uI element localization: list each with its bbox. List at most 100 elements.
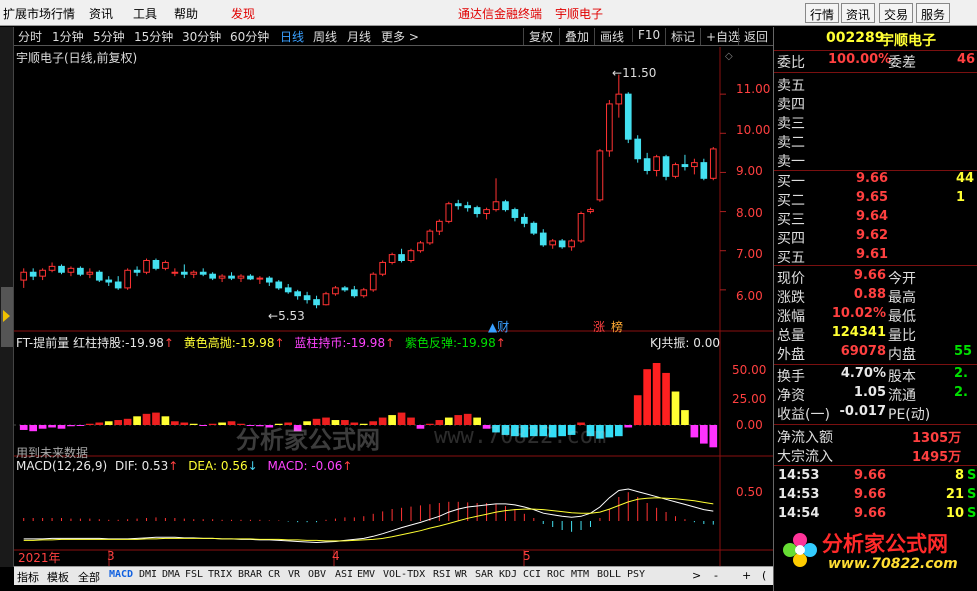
candle-body[interactable]: [492, 201, 500, 211]
candle-body[interactable]: [67, 267, 75, 273]
candle-body[interactable]: [152, 260, 160, 269]
candle-body[interactable]: [662, 156, 670, 177]
tab-more-arrow[interactable]: >: [692, 569, 701, 582]
candle-body[interactable]: [643, 158, 651, 171]
period-weekly[interactable]: 周线: [313, 28, 337, 45]
f10-button[interactable]: F10: [632, 28, 660, 42]
candle-body[interactable]: [162, 261, 169, 269]
draw-line-button[interactable]: 画线: [594, 28, 624, 45]
candle-body[interactable]: [332, 287, 339, 295]
candle-body[interactable]: [256, 277, 264, 280]
sell-level-row[interactable]: 卖二: [774, 132, 977, 151]
buy-level-row[interactable]: 买三 9.64: [774, 209, 977, 228]
sell-level-row[interactable]: 卖一: [774, 151, 977, 170]
menu-item-tools[interactable]: 工具: [133, 5, 157, 22]
candle-body[interactable]: [124, 269, 131, 289]
indicator-tab-roc[interactable]: ROC: [547, 569, 565, 580]
candle-body[interactable]: [247, 275, 254, 280]
indicator-tab-vr[interactable]: VR: [288, 569, 300, 580]
candle-body[interactable]: [237, 275, 245, 279]
indicator-tab-boll[interactable]: BOLL: [597, 569, 621, 580]
candle-body[interactable]: [596, 150, 604, 201]
candle-body[interactable]: [624, 93, 632, 140]
candle-body[interactable]: [634, 138, 642, 160]
quote-button[interactable]: 行情: [805, 3, 840, 23]
indicator-tab-kdj[interactable]: KDJ: [499, 569, 517, 580]
candle-body[interactable]: [265, 277, 273, 283]
sell-level-row[interactable]: 卖四: [774, 94, 977, 113]
candle-body[interactable]: [199, 271, 207, 275]
candle-body[interactable]: [29, 271, 37, 277]
trade-button[interactable]: 交易: [879, 3, 914, 23]
candle-body[interactable]: [369, 273, 377, 291]
candle-body[interactable]: [218, 275, 226, 279]
candle-body[interactable]: [691, 162, 698, 168]
candle-body[interactable]: [672, 164, 679, 177]
candle-body[interactable]: [511, 209, 519, 218]
indicator-tab-sar[interactable]: SAR: [475, 569, 493, 580]
period-more[interactable]: 更多 >: [381, 28, 419, 45]
buy-level-row[interactable]: 买五 9.61: [774, 247, 977, 266]
chart-area[interactable]: 宇顺电子(日线,前复权) ◇ 11.00 10.00 9.00 8.00 7.0…: [14, 47, 773, 566]
service-button[interactable]: 服务: [916, 3, 951, 23]
candle-body[interactable]: [294, 291, 301, 297]
ranking-marker[interactable]: 榜: [611, 318, 623, 335]
candle-body[interactable]: [709, 148, 717, 179]
candle-body[interactable]: [180, 271, 188, 275]
candle-body[interactable]: [473, 207, 481, 215]
candle-body[interactable]: [48, 265, 56, 271]
candle-body[interactable]: [549, 240, 557, 246]
indicator-tab-vol-tdx[interactable]: VOL-TDX: [383, 569, 425, 580]
candle-body[interactable]: [539, 232, 547, 246]
limit-up-marker[interactable]: 涨: [593, 318, 605, 335]
menu-item-extended-market[interactable]: 扩展市场行情: [3, 5, 75, 22]
buy-level-row[interactable]: 买一 9.66 44: [774, 171, 977, 190]
candle-body[interactable]: [143, 260, 150, 273]
tab-indicator[interactable]: 指标: [17, 569, 39, 585]
candle-body[interactable]: [558, 240, 566, 248]
advert-banner[interactable]: 分析家公式网 www.70822.com: [776, 522, 966, 582]
indicator-tab-wr[interactable]: WR: [455, 569, 467, 580]
candle-body[interactable]: [653, 156, 660, 171]
candle-body[interactable]: [95, 271, 103, 281]
candle-body[interactable]: [171, 271, 179, 274]
mark-button[interactable]: 标记: [665, 28, 695, 45]
indicator-tab-macd[interactable]: MACD: [109, 569, 133, 580]
candle-body[interactable]: [209, 273, 216, 279]
candle-body[interactable]: [388, 254, 396, 263]
candle-body[interactable]: [341, 287, 349, 291]
menu-item-help[interactable]: 帮助: [174, 5, 198, 22]
candle-body[interactable]: [114, 281, 122, 289]
indicator-tab-dma[interactable]: DMA: [162, 569, 180, 580]
candle-body[interactable]: [454, 203, 462, 207]
indicator-tab-cci[interactable]: CCI: [523, 569, 541, 580]
period-intraday[interactable]: 分时: [18, 28, 42, 45]
period-60min[interactable]: 60分钟: [230, 28, 269, 45]
candle-body[interactable]: [521, 216, 528, 224]
buy-level-row[interactable]: 买二 9.65 1: [774, 190, 977, 209]
indicator-tab-trix[interactable]: TRIX: [208, 569, 232, 580]
period-daily[interactable]: 日线: [280, 28, 304, 45]
candle-body[interactable]: [77, 267, 84, 275]
candle-body[interactable]: [275, 281, 283, 289]
candle-body[interactable]: [577, 213, 585, 242]
candle-body[interactable]: [530, 222, 538, 234]
candle-body[interactable]: [350, 289, 358, 297]
sell-level-row[interactable]: 卖三: [774, 113, 977, 132]
period-monthly[interactable]: 月线: [347, 28, 371, 45]
candle-body[interactable]: [436, 220, 443, 232]
indicator-tab-obv[interactable]: OBV: [308, 569, 326, 580]
candle-body[interactable]: [228, 275, 235, 279]
candle-body[interactable]: [190, 271, 198, 275]
candle-body[interactable]: [360, 289, 368, 297]
chart-canvas[interactable]: [14, 47, 773, 566]
candle-body[interactable]: [681, 164, 689, 168]
buy-level-row[interactable]: 买四 9.62: [774, 228, 977, 247]
candle-body[interactable]: [606, 103, 613, 152]
finance-marker[interactable]: ▲财: [488, 318, 509, 335]
candle-body[interactable]: [464, 205, 472, 209]
indicator-tab-dmi[interactable]: DMI: [139, 569, 157, 580]
candle-body[interactable]: [700, 162, 708, 179]
candle-body[interactable]: [86, 271, 94, 275]
candle-body[interactable]: [379, 261, 387, 275]
